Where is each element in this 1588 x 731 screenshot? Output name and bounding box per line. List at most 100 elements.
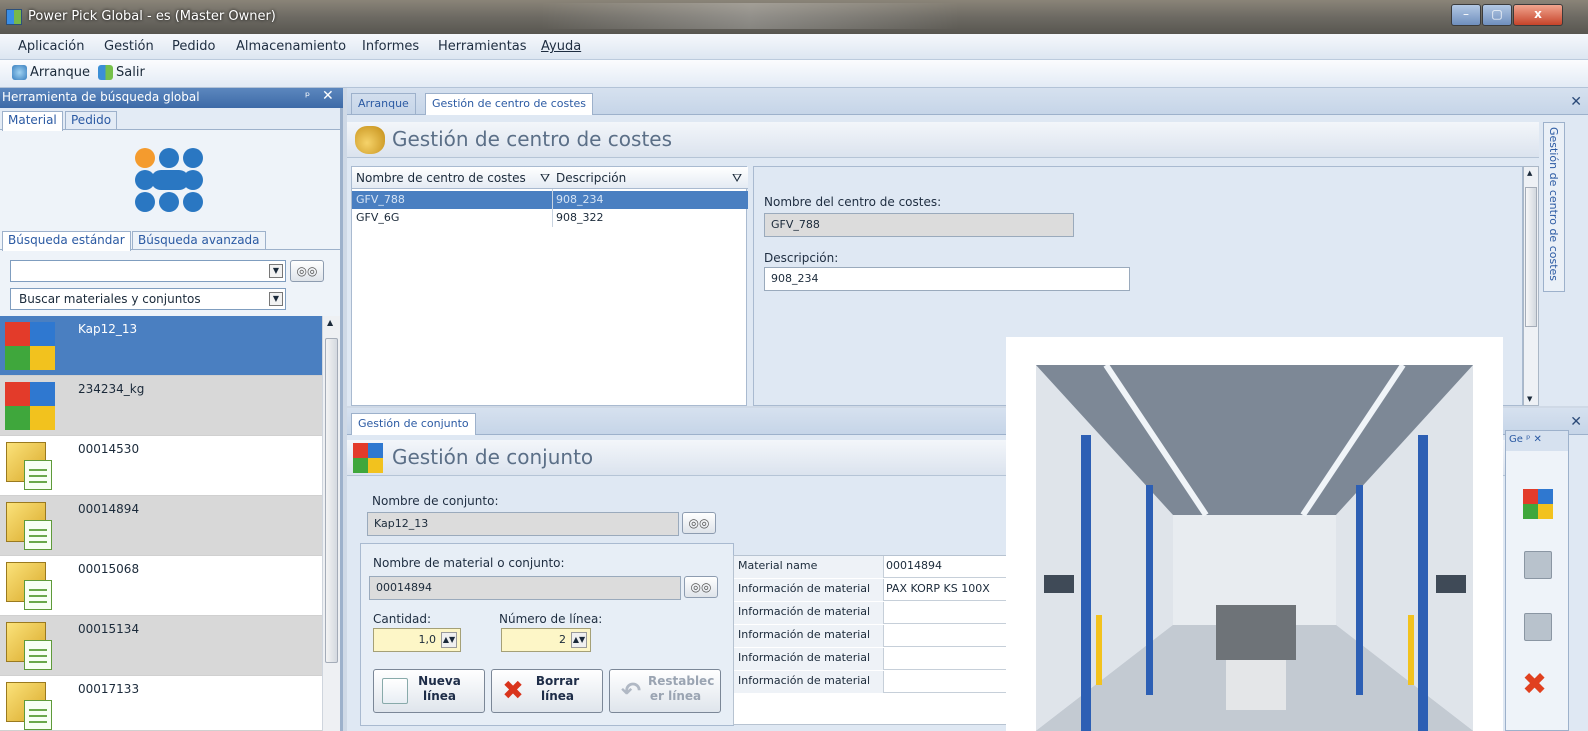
- binoculars-icon: ◎◎: [690, 580, 712, 594]
- material-name-field[interactable]: 00014894: [369, 576, 681, 600]
- save-as-icon[interactable]: [1524, 551, 1552, 579]
- menu-informes[interactable]: Informes: [362, 39, 419, 54]
- table-row[interactable]: Material name 00014894: [734, 556, 1026, 578]
- table-row[interactable]: GFV_6G 908_322: [352, 209, 748, 227]
- scrollbar-thumb[interactable]: [325, 338, 338, 663]
- table-row[interactable]: Información de material: [734, 671, 1026, 693]
- table-row[interactable]: Información de material: [734, 648, 1026, 670]
- list-item-label: 00014894: [78, 502, 140, 516]
- table-row[interactable]: Información de material: [734, 602, 1026, 624]
- menu-pedido[interactable]: Pedido: [172, 39, 215, 54]
- app-icon: [6, 9, 22, 25]
- table-row[interactable]: GFV_788 908_234: [352, 191, 748, 209]
- field-label: Nombre del centro de costes:: [764, 195, 942, 209]
- list-item[interactable]: 00015134: [0, 616, 322, 676]
- assembly-cube-icon: [5, 382, 55, 430]
- exit-label: Salir: [116, 65, 145, 80]
- reset-line-button[interactable]: ↶ Restablec er línea: [609, 669, 721, 713]
- menu-almacenamiento[interactable]: Almacenamiento: [236, 39, 346, 54]
- delete-line-button[interactable]: ✖ Borrar línea: [491, 669, 603, 713]
- material-box-icon: [6, 622, 52, 670]
- start-icon: [12, 65, 27, 80]
- description-field[interactable]: 908_234: [764, 267, 1130, 291]
- filter-icon[interactable]: ⛛: [540, 171, 550, 186]
- close-button[interactable]: x: [1513, 4, 1563, 26]
- assembly-cube-icon: [5, 322, 55, 370]
- search-panel-header: Herramienta de búsqueda global ᵖ ✕: [0, 88, 343, 108]
- detail-scrollbar[interactable]: ▲ ▼: [1523, 166, 1539, 406]
- toolbar: Arranque Salir: [0, 60, 1588, 88]
- chevron-down-icon[interactable]: ▼: [269, 292, 283, 306]
- new-line-button[interactable]: Nueva línea: [373, 669, 485, 713]
- column-header-description[interactable]: Descripción: [556, 171, 626, 185]
- menu-herramientas[interactable]: Herramientas: [438, 39, 527, 54]
- minimize-button[interactable]: –: [1451, 4, 1481, 26]
- menu-aplicacion[interactable]: Aplicación: [18, 39, 84, 54]
- tab-cost-center[interactable]: Gestión de centro de costes: [425, 93, 594, 115]
- quantity-stepper[interactable]: 1,0 ▲▼: [373, 628, 461, 652]
- assembly-search-button[interactable]: ◎◎: [682, 512, 716, 534]
- save-icon[interactable]: [1524, 613, 1552, 641]
- spin-arrows-icon[interactable]: ▲▼: [571, 632, 587, 648]
- spin-arrows-icon[interactable]: ▲▼: [441, 632, 457, 648]
- list-item[interactable]: 00017133: [0, 676, 322, 731]
- table-header: Nombre de centro de costes ⛛ Descripción…: [352, 167, 748, 189]
- exit-icon: [98, 65, 113, 80]
- filter-icon[interactable]: ⛛: [732, 171, 742, 186]
- cost-center-name-field[interactable]: GFV_788: [764, 213, 1074, 237]
- search-panel-title: Herramienta de búsqueda global: [2, 90, 200, 104]
- warehouse-photo: [1006, 337, 1503, 731]
- list-item[interactable]: 00014894: [0, 496, 322, 556]
- list-item[interactable]: Kap12_13: [0, 316, 322, 376]
- table-row[interactable]: Información de material PAX KORP KS 100X: [734, 579, 1026, 601]
- search-scope-select[interactable]: Buscar materiales y conjuntos ▼: [10, 288, 286, 310]
- list-scrollbar[interactable]: ▲: [322, 316, 340, 731]
- scroll-down-icon[interactable]: ▼: [1527, 395, 1532, 403]
- search-button[interactable]: ◎◎: [290, 260, 324, 282]
- vertical-lift-module-image: [1036, 365, 1473, 731]
- global-search-panel: Herramienta de búsqueda global ᵖ ✕ Mater…: [0, 88, 343, 731]
- exit-button[interactable]: Salir: [98, 65, 145, 80]
- chevron-down-icon[interactable]: ▼: [269, 264, 283, 278]
- close-icon[interactable]: ✕: [1570, 94, 1582, 110]
- start-label: Arranque: [30, 65, 91, 80]
- menu-gestion[interactable]: Gestión: [104, 39, 154, 54]
- close-icon[interactable]: ✕: [1570, 414, 1582, 430]
- list-item[interactable]: 00015068: [0, 556, 322, 616]
- pin-icon[interactable]: ᵖ: [305, 89, 310, 103]
- list-item-label: 00014530: [78, 442, 140, 456]
- tab-material[interactable]: Material: [2, 111, 63, 131]
- assembly-name-field[interactable]: Kap12_13: [367, 512, 679, 536]
- tab-standard-search[interactable]: Búsqueda estándar: [2, 231, 131, 251]
- list-item[interactable]: 234234_kg: [0, 376, 322, 436]
- binoculars-icon: ◎◎: [688, 516, 710, 530]
- scroll-up-icon[interactable]: ▲: [327, 318, 333, 327]
- list-item[interactable]: 00014530: [0, 436, 322, 496]
- maximize-button[interactable]: ▢: [1482, 4, 1512, 26]
- tab-advanced-search[interactable]: Búsqueda avanzada: [132, 231, 266, 250]
- tab-assembly[interactable]: Gestión de conjunto: [351, 413, 476, 435]
- line-number-stepper[interactable]: 2 ▲▼: [501, 628, 591, 652]
- field-label: Nombre de conjunto:: [372, 494, 499, 508]
- tab-pedido[interactable]: Pedido: [65, 111, 118, 130]
- start-button[interactable]: Arranque: [12, 65, 90, 80]
- delete-x-icon[interactable]: ✖: [1522, 667, 1547, 702]
- scroll-up-icon[interactable]: ▲: [1527, 169, 1532, 177]
- undo-icon: ↶: [620, 677, 642, 705]
- window-titlebar: Power Pick Global - es (Master Owner) – …: [0, 0, 1588, 34]
- table-row[interactable]: Información de material: [734, 625, 1026, 647]
- page-title: Gestión de centro de costes: [392, 127, 673, 151]
- column-header-name[interactable]: Nombre de centro de costes: [356, 171, 526, 185]
- menu-ayuda[interactable]: Ayuda: [541, 39, 581, 54]
- side-tab-cost-center[interactable]: Gestión de centro de costes: [1543, 122, 1565, 292]
- close-icon[interactable]: ✕: [322, 88, 334, 104]
- search-results-list: Kap12_13 234234_kg 00014530 00014894 000…: [0, 316, 322, 731]
- menu-bar: Aplicación Gestión Pedido Almacenamiento…: [0, 34, 1588, 60]
- assembly-cube-icon[interactable]: [1523, 489, 1553, 519]
- material-box-icon: [6, 502, 52, 550]
- search-input[interactable]: ▼: [10, 260, 286, 282]
- scrollbar-thumb[interactable]: [1525, 187, 1537, 327]
- delete-x-icon: ✖: [502, 676, 524, 706]
- material-search-button[interactable]: ◎◎: [684, 576, 718, 598]
- tab-arranque[interactable]: Arranque: [351, 93, 416, 115]
